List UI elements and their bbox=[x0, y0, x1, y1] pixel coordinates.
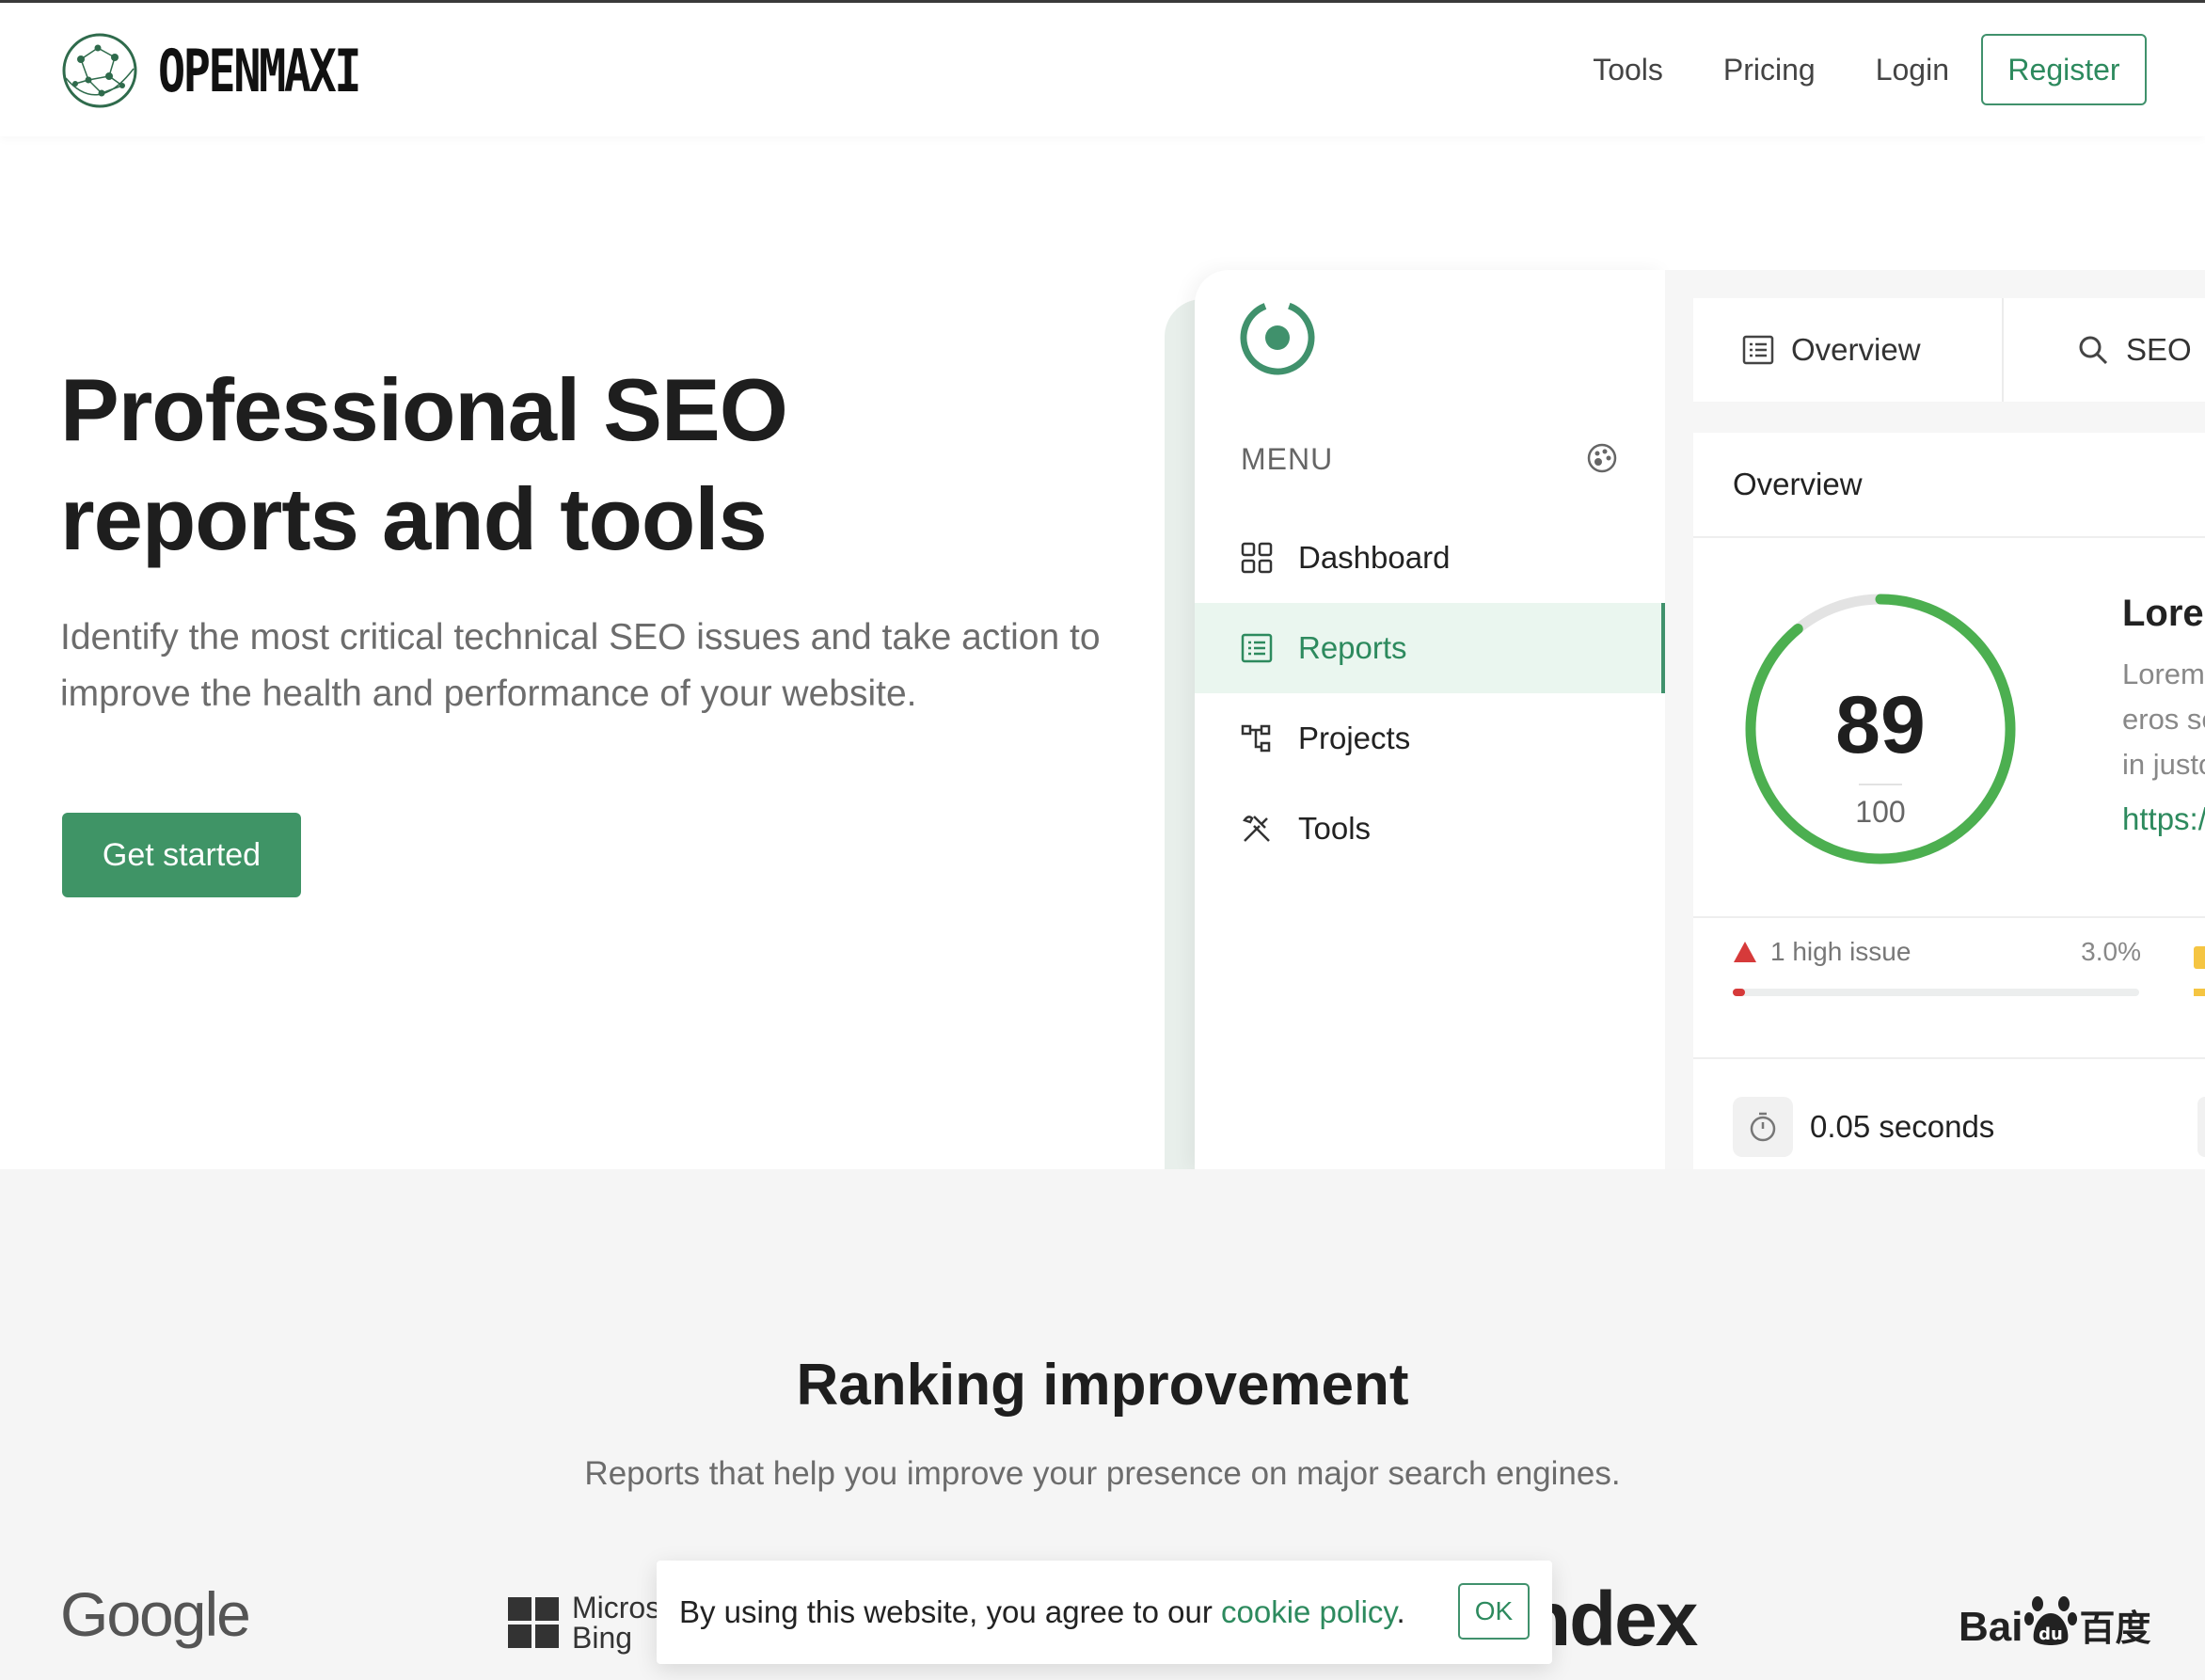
next-metric-tile bbox=[2197, 1097, 2205, 1157]
menu-item-label: Reports bbox=[1298, 630, 1407, 665]
menu-item-label: Dashboard bbox=[1298, 540, 1451, 575]
list-icon bbox=[1742, 334, 1774, 366]
score-separator bbox=[1859, 784, 1902, 785]
description-line: eros ser bbox=[2122, 703, 2205, 736]
tools-icon bbox=[1238, 810, 1276, 848]
divider bbox=[1693, 916, 2205, 918]
constellation-logo-icon bbox=[62, 33, 137, 108]
stopwatch-icon bbox=[1733, 1097, 1793, 1157]
microsoft-windows-icon bbox=[508, 1597, 559, 1648]
baidu-logo-chinese: 百度 bbox=[2079, 1609, 2151, 1649]
hero-title-line1: Professional SEO bbox=[60, 360, 788, 459]
hero-title-line2: reports and tools bbox=[60, 469, 768, 568]
tab-label: Overview bbox=[1791, 332, 1921, 367]
get-started-button[interactable]: Get started bbox=[62, 813, 301, 897]
mockup-logo-icon bbox=[1238, 298, 1317, 382]
description-line: Lorem ip bbox=[2122, 658, 2205, 690]
mockup-tabs: Overview SEO bbox=[1693, 298, 2205, 402]
tab-label: SEO bbox=[2126, 332, 2192, 367]
nav-tools[interactable]: Tools bbox=[1593, 53, 1663, 87]
issue-label: 1 high issue bbox=[1770, 937, 1912, 966]
microsoft-bing-logo: Micros Bing bbox=[508, 1593, 660, 1653]
cookie-policy-link[interactable]: cookie policy bbox=[1221, 1594, 1396, 1629]
hero-description: Identify the most critical technical SEO… bbox=[60, 617, 1101, 714]
palette-icon[interactable] bbox=[1586, 442, 1618, 479]
ranking-subtitle: Reports that help you improve your prese… bbox=[584, 1455, 1621, 1492]
score-value: 89 bbox=[1835, 680, 1926, 770]
brand-name: OPENMAXI bbox=[158, 36, 362, 105]
hero-title: Professional SEO reports and tools bbox=[60, 356, 788, 574]
site-url-link[interactable]: https://e bbox=[2122, 801, 2205, 837]
menu-item-dashboard[interactable]: Dashboard bbox=[1195, 513, 1665, 603]
score-max: 100 bbox=[1855, 795, 1906, 829]
cookie-banner: By using this website, you agree to our … bbox=[657, 1561, 1552, 1664]
search-icon bbox=[2077, 334, 2109, 366]
issue-progress-fill bbox=[1733, 989, 1745, 996]
issue-progress-bar bbox=[1733, 989, 2139, 996]
baidu-paw-icon: du bbox=[2024, 1596, 2078, 1645]
projects-icon bbox=[1238, 720, 1276, 757]
menu-item-label: Tools bbox=[1298, 811, 1372, 846]
menu-item-tools[interactable]: Tools bbox=[1195, 784, 1665, 874]
divider bbox=[1693, 1057, 2205, 1059]
tab-overview[interactable]: Overview bbox=[1693, 298, 2004, 402]
issue-percentage: 3.0% bbox=[2081, 937, 2141, 966]
list-icon bbox=[1238, 629, 1276, 667]
menu-item-reports[interactable]: Reports bbox=[1195, 603, 1665, 693]
ranking-title: Ranking improvement bbox=[796, 1353, 1409, 1418]
nav-pricing[interactable]: Pricing bbox=[1723, 53, 1816, 87]
overview-card: Overview 89 100 Lorem Lorem ip eros ser … bbox=[1693, 433, 2205, 1185]
menu-title: MENU bbox=[1241, 442, 1334, 476]
site-title: Lorem bbox=[2122, 593, 2205, 634]
cookie-ok-button[interactable]: OK bbox=[1458, 1583, 1530, 1640]
bing-logo-line2: Bing bbox=[572, 1621, 633, 1655]
card-header: Overview bbox=[1693, 433, 2205, 538]
main-nav: Tools Pricing Login Register bbox=[1593, 3, 2205, 136]
menu-item-label: Projects bbox=[1298, 721, 1411, 755]
grid-icon bbox=[1238, 539, 1276, 577]
baidu-logo: Bai du 百度 bbox=[1959, 1591, 2151, 1651]
brand-logo[interactable]: OPENMAXI bbox=[60, 31, 417, 110]
baidu-logo-text: Bai bbox=[1959, 1604, 2023, 1650]
google-logo: Google bbox=[60, 1579, 251, 1649]
bing-logo-line1: Micros bbox=[572, 1591, 661, 1625]
mockup-sidebar: MENU Dashboard Reports Projects Tools bbox=[1195, 270, 1665, 1169]
warning-triangle-icon bbox=[1733, 941, 1757, 963]
cookie-text-end: . bbox=[1396, 1594, 1405, 1629]
description-line: in justo bbox=[2122, 748, 2205, 781]
svg-text:du: du bbox=[2039, 1625, 2064, 1644]
mockup-main: Overview SEO Overview 89 100 Lorem Lorem… bbox=[1665, 270, 2205, 1185]
medium-issue-indicator bbox=[2194, 946, 2205, 969]
tab-seo[interactable]: SEO bbox=[2004, 298, 2192, 402]
register-button[interactable]: Register bbox=[1981, 34, 2147, 105]
cookie-message: By using this website, you agree to our … bbox=[679, 1594, 1405, 1630]
medium-issue-bar bbox=[2194, 989, 2205, 996]
menu-item-projects[interactable]: Projects bbox=[1195, 693, 1665, 784]
high-issue-row: 1 high issue 3.0% bbox=[1733, 937, 2141, 967]
nav-login[interactable]: Login bbox=[1876, 53, 1949, 87]
cookie-text-start: By using this website, you agree to our bbox=[679, 1594, 1221, 1629]
load-time: 0.05 seconds bbox=[1810, 1109, 1995, 1144]
site-description: Lorem ip eros ser in justo bbox=[2122, 652, 2205, 787]
site-header: OPENMAXI Tools Pricing Login Register bbox=[0, 3, 2205, 136]
